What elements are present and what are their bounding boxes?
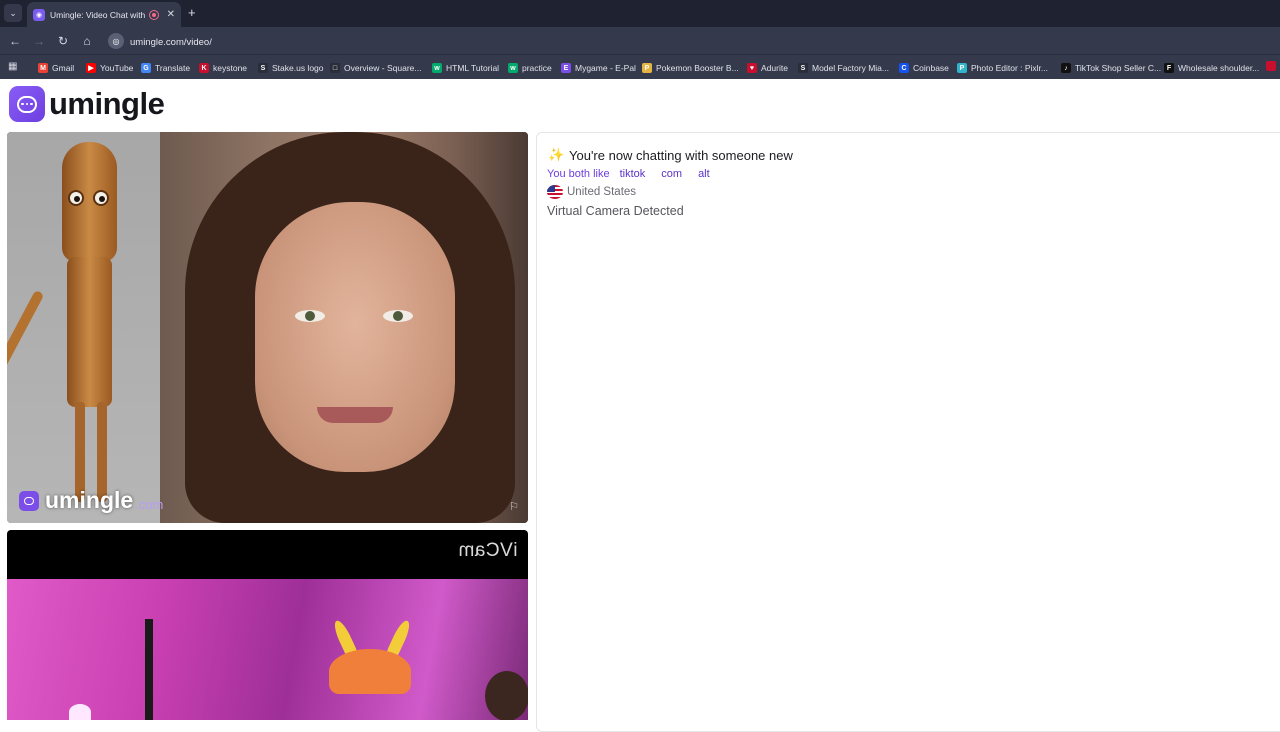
bookmark-label: Coinbase xyxy=(913,63,949,73)
tab-title: Umingle: Video Chat with S xyxy=(50,9,145,20)
translate-icon: G xyxy=(141,63,151,73)
umingle-favicon-icon: ◉ xyxy=(33,8,45,21)
bookmark-overflow-icon[interactable] xyxy=(1266,61,1276,71)
bookmark-label: Overview - Square... xyxy=(344,63,422,73)
bookmark-label: Adurite xyxy=(761,63,788,73)
tiktok-icon: ♪ xyxy=(1061,63,1071,73)
bookmark-label: practice xyxy=(522,63,552,73)
new-tab-icon[interactable]: + xyxy=(188,5,196,21)
stranger-country: United States xyxy=(547,185,636,199)
bookmark-item[interactable]: w HTML Tutorial xyxy=(432,61,499,75)
youtube-icon: ▶ xyxy=(86,63,96,73)
interest-tag: alt xyxy=(698,168,710,180)
shared-interests: You both like tiktok com alt xyxy=(547,167,711,181)
bookmark-item[interactable]: G Translate xyxy=(141,61,190,75)
country-name: United States xyxy=(567,186,637,198)
wholesale-icon: F xyxy=(1164,63,1174,73)
stranger-video: umingle .com ⚐ xyxy=(7,132,528,523)
gmail-icon: M xyxy=(38,63,48,73)
watermark-suffix: .com xyxy=(135,497,164,512)
stake-icon: S xyxy=(258,63,268,73)
ivcam-watermark: iVCam xyxy=(458,540,518,561)
umingle-watermark: umingle .com xyxy=(19,487,163,514)
bookmark-item[interactable]: w practice xyxy=(508,61,552,75)
us-flag-icon xyxy=(547,185,563,199)
face-image xyxy=(160,132,528,523)
both-like-label: You both like xyxy=(547,168,610,180)
bookmark-label: Gmail xyxy=(52,63,75,73)
bookmark-item[interactable]: ♪ TikTok Shop Seller C... xyxy=(1061,61,1161,75)
model-factory-icon: S xyxy=(798,63,808,73)
square-icon: □ xyxy=(330,63,340,73)
pokemon-icon: P xyxy=(642,63,652,73)
bookmark-item[interactable]: S Stake.us logo xyxy=(258,61,324,75)
w3schools-icon: w xyxy=(508,63,518,73)
bookmark-item[interactable]: ▶ YouTube xyxy=(86,61,133,75)
browser-tab-active[interactable]: ◉ Umingle: Video Chat with S ✕ xyxy=(27,2,181,27)
self-camera-feed xyxy=(7,579,528,720)
bookmark-label: Translate xyxy=(155,63,191,73)
chat-headline: You're now chatting with someone new xyxy=(569,147,793,163)
bookmark-label: Stake.us logo xyxy=(272,63,324,73)
address-bar[interactable]: umingle.com/video/ xyxy=(130,37,212,48)
watermark-logo-icon xyxy=(19,490,39,511)
bookmark-item[interactable]: ♥ Adurite xyxy=(747,61,788,75)
interest-tag: tiktok xyxy=(619,168,646,180)
recording-indicator-icon xyxy=(148,9,159,20)
chat-panel xyxy=(536,132,1280,732)
report-flag-icon[interactable]: ⚐ xyxy=(507,500,521,514)
epal-icon: E xyxy=(561,63,571,73)
tab-close-icon[interactable]: ✕ xyxy=(167,9,175,20)
bookmark-item[interactable]: Kkeystone xyxy=(199,61,247,75)
watermark-text: umingle xyxy=(45,487,134,513)
bookmark-item[interactable]: S Model Factory Mia... xyxy=(798,61,889,75)
home-icon[interactable]: ⌂ xyxy=(79,33,95,49)
reload-icon[interactable]: ↻ xyxy=(55,33,71,49)
sparkle-icon: ✨ xyxy=(548,147,565,162)
tab-search-icon[interactable]: ⌄ xyxy=(4,4,22,22)
wooden-figure-image xyxy=(7,132,160,523)
bookmark-label: HTML Tutorial xyxy=(446,63,500,73)
site-logo-text[interactable]: umingle xyxy=(49,86,165,122)
coinbase-icon: C xyxy=(899,63,909,73)
self-camera-video: iVCam xyxy=(7,530,528,720)
bookmark-label: Photo Editor : Pixlr... xyxy=(971,63,1049,73)
bookmark-label: YouTube xyxy=(100,63,134,73)
bookmark-item[interactable]: M Gmail xyxy=(38,61,74,75)
back-icon[interactable]: ← xyxy=(7,33,23,49)
virtual-camera-notice: Virtual Camera Detected xyxy=(547,204,684,218)
adurite-icon: ♥ xyxy=(747,63,757,73)
site-info-icon[interactable]: ◎ xyxy=(108,33,124,49)
bookmark-label: Pokemon Booster B... xyxy=(656,63,739,73)
bookmark-label: Wholesale shoulder... xyxy=(1178,63,1260,73)
bookmark-item[interactable]: □ Overview - Square... xyxy=(330,61,421,75)
bookmark-label: Model Factory Mia... xyxy=(812,63,889,73)
bookmark-item[interactable]: P Photo Editor : Pixlr... xyxy=(957,61,1048,75)
bookmark-item[interactable]: P Pokemon Booster B... xyxy=(642,61,739,75)
bookmark-item[interactable]: F Wholesale shoulder... xyxy=(1164,61,1259,75)
chat-status-line: ✨ You're now chatting with someone new xyxy=(548,147,793,163)
keystone-icon: K xyxy=(199,63,209,73)
bookmark-label: keystone xyxy=(213,63,248,73)
bookmark-label: Mygame - E-Pal xyxy=(575,63,636,73)
bookmark-item[interactable]: C Coinbase xyxy=(899,61,949,75)
bookmark-label: TikTok Shop Seller C... xyxy=(1075,63,1162,73)
umingle-logo-icon[interactable] xyxy=(9,86,45,122)
w3schools-icon: w xyxy=(432,63,442,73)
pixlr-icon: P xyxy=(957,63,967,73)
browser-tabstrip: ⌄ ◉ Umingle: Video Chat with S ✕ + xyxy=(0,0,1280,27)
interest-tag: com xyxy=(661,168,683,180)
bookmark-item[interactable]: E Mygame - E-Pal xyxy=(561,61,636,75)
forward-icon[interactable]: → xyxy=(31,33,47,49)
apps-grid-icon[interactable]: ▦ xyxy=(8,61,20,73)
